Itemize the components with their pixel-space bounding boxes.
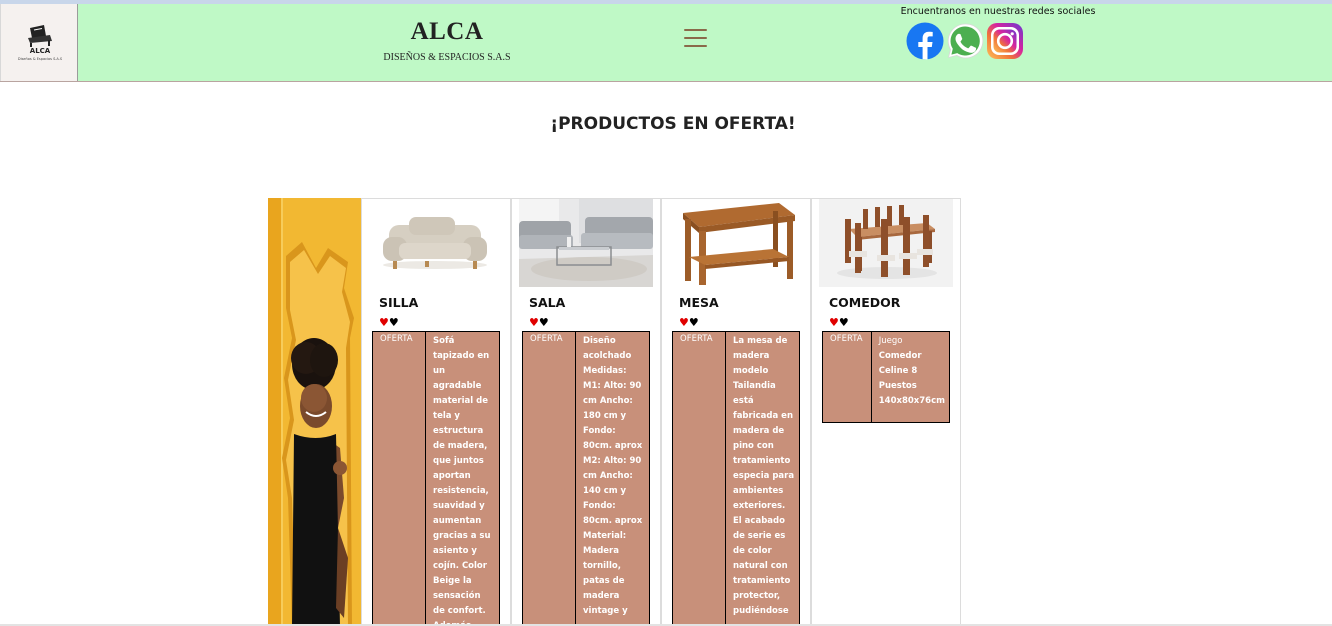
logo-subtext: Diseños & Espacios S.A.S (17, 57, 63, 61)
dining-set-image (819, 199, 953, 287)
product-card-silla[interactable]: SILLA ♥♥ OFERTA Sofá tapizado en un agra… (361, 198, 511, 626)
product-description: La mesa de madera modelo Tailandia está … (733, 336, 795, 616)
offer-table: OFERTA Juego Comedor Celine 8 Puestos 14… (822, 331, 950, 423)
living-room-image (519, 199, 653, 287)
offer-table: OFERTA Diseño acolchado Medidas: M1: Alt… (522, 331, 650, 626)
product-description: Sofá tapizado en un agradable material d… (433, 336, 491, 626)
product-name: MESA (679, 295, 719, 310)
product-description: Juego Comedor Celine 8 Puestos 140x80x76… (872, 332, 949, 422)
logo-text: ALCA (29, 47, 51, 55)
hamburger-icon[interactable] (684, 28, 708, 48)
hamburger-bar (684, 37, 707, 39)
description-prefix: Juego (878, 336, 903, 346)
facebook-icon[interactable] (906, 22, 944, 60)
rating-hearts: ♥♥ (379, 317, 399, 329)
logo[interactable]: ALCA Diseños & Espacios S.A.S (0, 4, 78, 81)
section-title: ¡PRODUCTOS EN OFERTA! (550, 114, 796, 134)
promo-person-image (268, 198, 361, 626)
heart-filled-icon[interactable]: ♥ (529, 316, 539, 329)
product-card-mesa[interactable]: MESA ♥♥ OFERTA La mesa de madera modelo … (661, 198, 811, 626)
offer-table: OFERTA Sofá tapizado en un agradable mat… (372, 331, 500, 626)
hamburger-bar (684, 29, 707, 31)
product-image[interactable] (519, 199, 653, 287)
heart-icon[interactable]: ♥ (839, 316, 849, 329)
offer-table: OFERTA La mesa de madera modelo Tailandi… (672, 331, 800, 626)
instagram-icon[interactable] (986, 22, 1024, 60)
whatsapp-icon[interactable] (946, 22, 984, 60)
product-name: SILLA (379, 295, 419, 310)
rating-hearts: ♥♥ (829, 317, 849, 329)
offer-badge: OFERTA (823, 332, 872, 422)
brand-subtitle: DISEÑOS & ESPACIOS S.A.S (383, 52, 511, 63)
brand-title[interactable]: ALCA (382, 18, 512, 46)
heart-filled-icon[interactable]: ♥ (829, 316, 839, 329)
promo-banner-image (268, 198, 361, 626)
heart-icon[interactable]: ♥ (389, 316, 399, 329)
chair-logo-icon (28, 25, 52, 47)
description-body: Comedor Celine 8 Puestos 140x80x76cm (878, 351, 945, 406)
product-image[interactable] (669, 199, 803, 287)
heart-icon[interactable]: ♥ (689, 316, 699, 329)
rating-hearts: ♥♥ (679, 317, 699, 329)
product-image[interactable] (369, 199, 503, 287)
table-image (669, 199, 803, 287)
heart-filled-icon[interactable]: ♥ (679, 316, 689, 329)
social-caption: Encuentranos en nuestras redes sociales (900, 6, 1096, 17)
sofa-image (369, 199, 503, 287)
offer-badge: OFERTA (523, 332, 576, 626)
product-description: Diseño acolchado Medidas: M1: Alto: 90 c… (583, 336, 643, 616)
offer-badge: OFERTA (373, 332, 426, 626)
product-card-comedor[interactable]: COMEDOR ♥♥ OFERTA Juego Comedor Celine 8… (811, 198, 961, 626)
product-image[interactable] (819, 199, 953, 287)
rating-hearts: ♥♥ (529, 317, 549, 329)
product-name: SALA (529, 295, 566, 310)
offer-badge: OFERTA (673, 332, 726, 626)
hamburger-bar (684, 45, 707, 47)
product-card-sala[interactable]: SALA ♥♥ OFERTA Diseño acolchado Medidas:… (511, 198, 661, 626)
product-name: COMEDOR (829, 295, 901, 310)
site-header: ALCA Diseños & Espacios S.A.S ALCA DISEÑ… (0, 4, 1332, 82)
heart-filled-icon[interactable]: ♥ (379, 316, 389, 329)
heart-icon[interactable]: ♥ (539, 316, 549, 329)
